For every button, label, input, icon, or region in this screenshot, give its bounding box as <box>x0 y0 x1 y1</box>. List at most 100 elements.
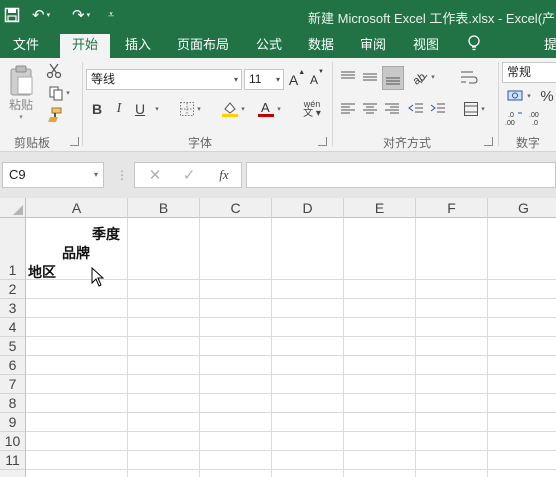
align-right-icon[interactable] <box>382 98 402 120</box>
tab-formulas[interactable]: 公式 <box>248 34 290 58</box>
font-size-value: 11 <box>249 72 262 86</box>
borders-icon[interactable]: ▾ <box>172 98 208 120</box>
tab-view[interactable]: 视图 <box>404 34 448 58</box>
underline-dropdown-icon[interactable]: ▾ <box>150 98 162 120</box>
row-header-1[interactable]: 1 <box>0 218 26 280</box>
column-header-b[interactable]: B <box>128 198 200 218</box>
grow-font-button[interactable]: A ▲ <box>288 69 306 90</box>
top-align-icon[interactable] <box>338 66 358 88</box>
font-launcher-icon[interactable] <box>318 137 327 146</box>
font-color-icon[interactable]: A ▾ <box>252 98 286 120</box>
paste-icon[interactable] <box>6 64 36 98</box>
column-header-d[interactable]: D <box>272 198 344 218</box>
tab-sign-in[interactable]: 提 <box>544 34 556 58</box>
tab-home[interactable]: 开始 <box>60 34 110 58</box>
worksheet-grid[interactable]: A B C D E F G 1 2 3 4 5 6 7 8 9 10 11 季度… <box>0 198 556 477</box>
select-all-button[interactable] <box>0 198 26 218</box>
undo-icon[interactable]: ↶ ▾ <box>32 4 50 26</box>
gridline <box>26 298 556 299</box>
tab-review[interactable]: 审阅 <box>352 34 394 58</box>
accounting-format-icon[interactable]: ▾ <box>504 86 534 106</box>
number-format-value: 常规 <box>507 65 532 79</box>
enter-icon[interactable]: ✓ <box>179 166 199 184</box>
gridline <box>343 218 344 477</box>
align-center-icon[interactable] <box>360 98 380 120</box>
tab-file[interactable]: 文件 <box>0 34 52 58</box>
save-icon[interactable] <box>4 4 20 26</box>
chevron-down-icon: ▾ <box>93 170 98 179</box>
row-header-12[interactable] <box>0 470 26 477</box>
wrap-text-icon[interactable] <box>458 66 480 88</box>
formula-bar: C9 ▾ ⋮ ✕ ✓ fx <box>0 152 556 198</box>
redo-icon[interactable]: ↷ ▾ <box>72 4 90 26</box>
row-header-6[interactable]: 6 <box>0 356 26 375</box>
cut-icon[interactable] <box>44 62 64 80</box>
row-header-10[interactable]: 10 <box>0 432 26 451</box>
chevron-down-icon: ▾ <box>233 75 238 84</box>
svg-text:A: A <box>261 100 270 115</box>
tab-page-layout[interactable]: 页面布局 <box>170 34 236 58</box>
column-header-c[interactable]: C <box>200 198 272 218</box>
increase-indent-icon[interactable] <box>428 98 448 120</box>
name-box[interactable]: C9 ▾ <box>2 162 104 188</box>
splitter-icon[interactable]: ⋮ <box>116 166 128 184</box>
tell-me-icon[interactable] <box>462 34 486 58</box>
middle-align-icon[interactable] <box>360 66 380 88</box>
row-header-3[interactable]: 3 <box>0 299 26 318</box>
align-left-icon[interactable] <box>338 98 358 120</box>
alignment-group-label: 对齐方式 <box>382 136 431 150</box>
column-header-f[interactable]: F <box>416 198 488 218</box>
underline-button[interactable]: U <box>132 98 148 120</box>
formula-input[interactable] <box>246 162 556 188</box>
row-header-8[interactable]: 8 <box>0 394 26 413</box>
clipboard-launcher-icon[interactable] <box>70 137 79 146</box>
number-format-combo[interactable]: 常规 <box>502 62 556 83</box>
italic-button[interactable]: I <box>110 98 128 120</box>
column-header-g[interactable]: G <box>488 198 556 218</box>
paste-label[interactable]: 粘贴 <box>8 96 34 112</box>
fill-color-icon[interactable]: ▾ <box>216 98 250 120</box>
increase-decimal-icon[interactable]: .0.00 <box>504 108 526 128</box>
orientation-icon[interactable]: ab ▾ <box>408 66 438 88</box>
cancel-icon[interactable]: ✕ <box>145 166 165 184</box>
gridline <box>26 431 556 432</box>
paste-dropdown-icon[interactable]: ▾ <box>8 112 34 122</box>
bold-button[interactable]: B <box>88 98 106 120</box>
tab-data[interactable]: 数据 <box>300 34 342 58</box>
font-name-combo[interactable]: 等线 ▾ <box>86 69 242 90</box>
bottom-align-icon[interactable] <box>382 66 404 90</box>
row-header-9[interactable]: 9 <box>0 413 26 432</box>
gridline <box>26 355 556 356</box>
column-header-a[interactable]: A <box>26 198 128 218</box>
row-header-7[interactable]: 7 <box>0 375 26 394</box>
row-header-5[interactable]: 5 <box>0 337 26 356</box>
chevron-down-icon: ▾ <box>275 75 280 84</box>
gridline <box>26 412 556 413</box>
alignment-launcher-icon[interactable] <box>484 137 493 146</box>
copy-icon[interactable]: ▾ <box>44 84 74 102</box>
group-separator <box>332 62 333 146</box>
font-size-combo[interactable]: 11 ▾ <box>244 69 284 90</box>
svg-text:.0: .0 <box>508 112 514 119</box>
phonetic-guide-icon[interactable]: wén 文 ▾ <box>296 96 328 122</box>
row-header-4[interactable]: 4 <box>0 318 26 337</box>
tab-insert[interactable]: 插入 <box>116 34 160 58</box>
customize-qat-icon[interactable]: ⩡ <box>108 4 114 26</box>
percent-style-button[interactable]: % <box>538 86 556 106</box>
title-bar: ↶ ▾ ↷ ▾ ⩡ 新建 Microsoft Excel 工作表.xlsx - Ex… <box>0 0 556 32</box>
column-header-e[interactable]: E <box>344 198 416 218</box>
merge-center-icon[interactable]: ▾ <box>458 98 490 120</box>
gridline <box>415 218 416 477</box>
row-header-11[interactable]: 11 <box>0 451 26 470</box>
gridline <box>26 279 556 280</box>
decrease-indent-icon[interactable] <box>406 98 426 120</box>
format-painter-icon[interactable] <box>44 106 64 124</box>
gridline <box>26 374 556 375</box>
shrink-font-button[interactable]: A ▼ <box>308 69 326 90</box>
number-group-label: 数字 <box>516 136 541 150</box>
group-separator <box>82 62 83 146</box>
window-title: 新建 Microsoft Excel 工作表.xlsx - Excel(产品 <box>308 11 556 26</box>
insert-function-button[interactable]: fx <box>213 166 235 184</box>
row-header-2[interactable]: 2 <box>0 280 26 299</box>
decrease-decimal-icon[interactable]: .00.0 <box>528 108 550 128</box>
